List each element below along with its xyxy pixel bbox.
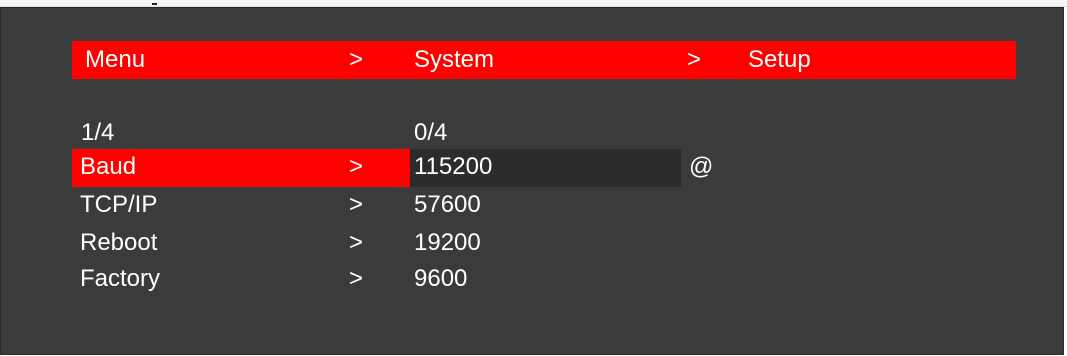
baud-option-value[interactable]: 57600 [414, 191, 481, 219]
menu-item-reboot[interactable]: Reboot > 19200 [72, 225, 1016, 263]
menu-item-label: Baud [80, 153, 137, 180]
breadcrumb-separator: > [349, 46, 364, 73]
menu-item-factory[interactable]: Factory > 9600 [72, 261, 1016, 299]
submenu-arrow: > [349, 229, 364, 256]
baud-option-value[interactable]: 9600 [414, 265, 467, 293]
breadcrumb-bar: Menu > System > Setup [72, 41, 1016, 79]
selected-marker: @ [689, 153, 714, 180]
breadcrumb-system[interactable]: System [414, 46, 494, 74]
right-page-counter: 0/4 [414, 119, 448, 146]
menu-item-tcpip[interactable]: TCP/IP > 57600 [72, 187, 1016, 225]
menu-item-baud[interactable]: Baud > 115200 @ [72, 149, 1016, 187]
menu-item-label: TCP/IP [80, 191, 158, 218]
left-page-counter: 1/4 [81, 119, 115, 146]
top-edge-strip [0, 0, 1067, 7]
baud-option-value[interactable]: 19200 [414, 229, 481, 257]
breadcrumb-separator: > [687, 46, 702, 73]
breadcrumb-menu[interactable]: Menu [85, 46, 145, 74]
submenu-arrow: > [349, 153, 364, 180]
menu-item-label: Factory [80, 265, 161, 292]
submenu-arrow: > [349, 265, 364, 292]
submenu-arrow: > [349, 191, 364, 218]
menu-item-label: Reboot [80, 229, 158, 256]
breadcrumb-setup[interactable]: Setup [748, 46, 811, 74]
baud-option-value[interactable]: 115200 [414, 153, 492, 181]
osd-menu-screen: Menu > System > Setup 1/4 0/4 Baud > 115… [0, 7, 1064, 355]
cursor-mark [152, 3, 157, 5]
